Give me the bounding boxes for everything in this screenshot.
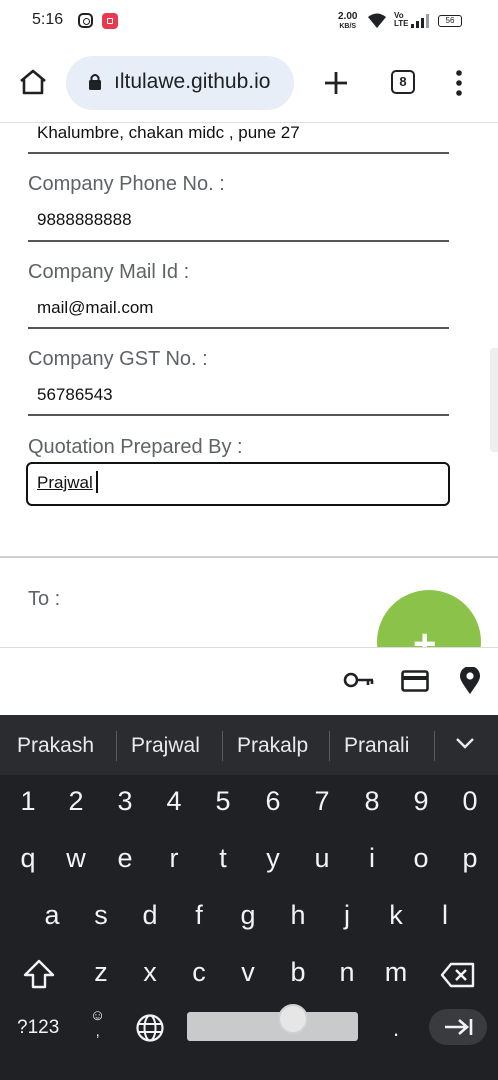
url-text[interactable]: ıltulawe.github.io — [114, 70, 270, 94]
company-mail-field[interactable]: mail@mail.com — [37, 298, 153, 318]
battery-icon: 56 — [438, 15, 462, 27]
signal-icon — [411, 14, 429, 28]
field-underline — [28, 152, 449, 154]
field-underline — [28, 240, 449, 242]
key-8[interactable]: 8 — [352, 786, 392, 817]
company-phone-field[interactable]: 9888888888 — [37, 210, 132, 230]
globe-icon[interactable] — [135, 1013, 165, 1043]
key-k[interactable]: k — [376, 900, 416, 931]
key-a[interactable]: a — [32, 900, 72, 931]
key-i[interactable]: i — [352, 843, 392, 874]
company-address-field[interactable]: Khalumbre, chakan midc , pune 27 — [37, 123, 300, 143]
key-r[interactable]: r — [154, 843, 194, 874]
key-l[interactable]: l — [425, 900, 465, 931]
suggestion-4[interactable]: Pranali — [344, 734, 409, 758]
key-p[interactable]: p — [450, 843, 490, 874]
space-bar[interactable] — [187, 1012, 358, 1041]
network-speed-value: 2.00 — [338, 11, 358, 22]
key-z[interactable]: z — [81, 957, 121, 988]
key-6[interactable]: 6 — [253, 786, 293, 817]
company-mail-label: Company Mail Id : — [28, 261, 190, 283]
company-phone-label: Company Phone No. : — [28, 173, 225, 195]
chevron-down-icon[interactable] — [455, 736, 475, 750]
key-3[interactable]: 3 — [105, 786, 145, 817]
suggestion-1[interactable]: Prakash — [17, 734, 94, 758]
key-x[interactable]: x — [130, 957, 170, 988]
network-speed-unit: KB/S — [339, 23, 357, 30]
shift-icon[interactable] — [22, 958, 56, 990]
prepared-by-value[interactable]: Prajwal — [37, 473, 93, 493]
field-underline — [28, 414, 449, 416]
key-g[interactable]: g — [228, 900, 268, 931]
symbols-key[interactable]: ?123 — [17, 1017, 59, 1039]
key-0[interactable]: 0 — [450, 786, 490, 817]
company-gst-field[interactable]: 56786543 — [37, 385, 113, 405]
key-b[interactable]: b — [278, 957, 318, 988]
instagram-icon — [78, 13, 93, 28]
key-w[interactable]: w — [56, 843, 96, 874]
screen-record-icon — [102, 13, 118, 29]
key-1[interactable]: 1 — [8, 786, 48, 817]
backspace-icon[interactable] — [440, 962, 476, 988]
suggestion-3[interactable]: Prakalp — [237, 734, 308, 758]
key-u[interactable]: u — [302, 843, 342, 874]
key-n[interactable]: n — [327, 957, 367, 988]
key-h[interactable]: h — [278, 900, 318, 931]
key-m[interactable]: m — [376, 957, 416, 988]
suggestion-2[interactable]: Prajwal — [131, 734, 200, 758]
key-q[interactable]: q — [8, 843, 48, 874]
to-label: To : — [28, 588, 61, 610]
key-e[interactable]: e — [105, 843, 145, 874]
touch-indicator — [278, 1004, 308, 1034]
wifi-icon — [368, 13, 386, 28]
prepared-by-text[interactable]: Prajwal — [37, 473, 93, 492]
suggestion-separator — [222, 731, 223, 761]
status-time: 5:16 — [32, 11, 64, 28]
key-5[interactable]: 5 — [203, 786, 243, 817]
suggestion-separator — [116, 731, 117, 761]
password-key-icon[interactable] — [343, 668, 375, 692]
suggestion-separator — [329, 731, 330, 761]
more-options-icon[interactable] — [456, 70, 462, 96]
tab-next-icon[interactable] — [443, 1017, 473, 1037]
key-o[interactable]: o — [401, 843, 441, 874]
emoji-icon[interactable]: ☺ — [90, 1007, 105, 1024]
key-y[interactable]: y — [253, 843, 293, 874]
key-d[interactable]: d — [130, 900, 170, 931]
location-pin-icon[interactable] — [459, 667, 481, 695]
text-cursor — [96, 471, 98, 493]
field-underline — [28, 327, 449, 329]
suggestion-separator — [434, 731, 435, 761]
emoji-comma-key[interactable]: ☺ , — [90, 1008, 105, 1040]
period-key[interactable]: . — [393, 1016, 399, 1042]
company-gst-label: Company GST No. : — [28, 348, 208, 370]
key-j[interactable]: j — [327, 900, 367, 931]
comma-glyph[interactable]: , — [96, 1023, 100, 1040]
key-7[interactable]: 7 — [302, 786, 342, 817]
key-v[interactable]: v — [228, 957, 268, 988]
status-bar: 5:16 2.00 KB/S Vo LTE 56 — [0, 0, 498, 44]
key-9[interactable]: 9 — [401, 786, 441, 817]
key-4[interactable]: 4 — [154, 786, 194, 817]
home-icon[interactable] — [18, 68, 48, 96]
new-tab-icon[interactable] — [322, 69, 350, 97]
lock-icon[interactable] — [88, 73, 102, 91]
key-s[interactable]: s — [81, 900, 121, 931]
section-divider — [0, 556, 498, 558]
network-speed: 2.00 KB/S — [338, 12, 357, 31]
prepared-by-label: Quotation Prepared By : — [28, 436, 243, 458]
volte-indicator: Vo LTE — [394, 11, 409, 28]
tab-switcher-button[interactable]: 8 — [391, 70, 415, 94]
key-f[interactable]: f — [179, 900, 219, 931]
credit-card-icon[interactable] — [401, 669, 429, 693]
key-2[interactable]: 2 — [56, 786, 96, 817]
scrollbar-handle[interactable] — [490, 348, 498, 452]
key-t[interactable]: t — [203, 843, 243, 874]
key-c[interactable]: c — [179, 957, 219, 988]
